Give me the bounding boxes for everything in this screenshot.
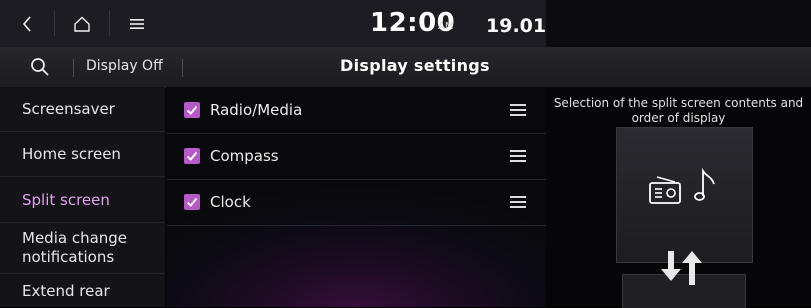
home-icon: [74, 16, 90, 32]
search-button[interactable]: [22, 52, 58, 82]
list-item-radio-media[interactable]: Radio/Media: [166, 87, 546, 134]
date-display: 19.01: [486, 15, 547, 37]
sidebar-item-home-screen[interactable]: Home screen: [0, 132, 165, 177]
drag-handle-icon[interactable]: [510, 104, 526, 116]
menu-button[interactable]: [110, 0, 164, 47]
clock-ampm: AM: [438, 21, 454, 32]
sidebar-item-label: Split screen: [22, 190, 110, 209]
checkmark-icon: [186, 151, 198, 161]
sidebar-item-media-change-notifications[interactable]: Media change notifications: [0, 223, 165, 274]
row-label: Radio/Media: [210, 101, 303, 119]
back-button[interactable]: [0, 0, 54, 47]
divider: [182, 59, 183, 77]
info-panel: Selection of the split screen contents a…: [546, 87, 811, 308]
radio-icon: [649, 176, 681, 204]
display-off-button[interactable]: Display Off: [86, 58, 163, 74]
list-item-clock[interactable]: Clock: [166, 179, 546, 226]
compass-checkbox[interactable]: [184, 148, 200, 164]
checkmark-icon: [186, 105, 198, 115]
list-item-compass[interactable]: Compass: [166, 133, 546, 180]
split-screen-preview: [616, 127, 753, 263]
search-icon: [31, 58, 49, 76]
sidebar-item-label: Extend rear: [22, 281, 110, 300]
top-bar: 12:00 AM 19.01: [0, 0, 811, 47]
radio-media-checkbox[interactable]: [184, 102, 200, 118]
drag-handle-icon[interactable]: [510, 150, 526, 162]
clock-checkbox[interactable]: [184, 194, 200, 210]
music-note-icon: [694, 168, 715, 201]
sub-header: Display Off Display settings: [0, 47, 811, 88]
sidebar-item-label: Home screen: [22, 145, 121, 163]
divider: [73, 59, 74, 77]
sidebar-item-label: Screensaver: [22, 100, 115, 118]
home-button[interactable]: [55, 0, 109, 47]
row-label: Compass: [210, 147, 279, 165]
nav-bar: 12:00 AM 19.01: [0, 0, 546, 47]
split-screen-hint: Selection of the split screen contents a…: [553, 96, 804, 125]
sidebar-item-split-screen[interactable]: Split screen: [0, 177, 165, 223]
row-label: Clock: [210, 193, 251, 211]
sidebar-item-label: Media change notifications: [22, 229, 128, 266]
back-icon: [22, 15, 31, 32]
settings-sidebar: Screensaver Home screen Split screen Med…: [0, 87, 165, 307]
sidebar-item-extend-rear[interactable]: Extend rear: [0, 274, 165, 307]
menu-icon: [130, 18, 144, 29]
drag-handle-icon[interactable]: [510, 196, 526, 208]
page-title: Display settings: [340, 56, 490, 75]
split-screen-options-list: Radio/Media Compass Clock: [166, 87, 546, 307]
sidebar-item-screensaver[interactable]: Screensaver: [0, 87, 165, 132]
checkmark-icon: [186, 197, 198, 207]
swap-arrows-icon: [661, 251, 702, 285]
